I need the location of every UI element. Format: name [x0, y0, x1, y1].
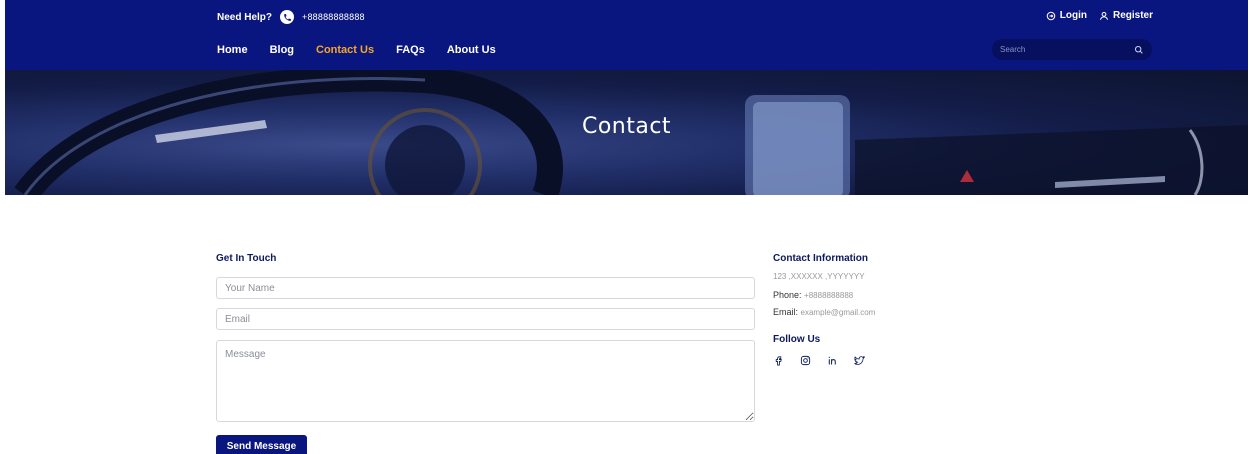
hero-banner: Contact — [5, 70, 1248, 195]
register-label: Register — [1112, 10, 1153, 21]
nav-home[interactable]: Home — [217, 44, 248, 56]
site-header: Need Help? +88888888888 Login Register H… — [5, 0, 1248, 70]
help-phone[interactable]: +88888888888 — [302, 12, 365, 22]
form-title: Get In Touch — [216, 253, 277, 264]
login-label: Login — [1059, 10, 1087, 21]
user-icon — [1099, 11, 1109, 20]
login-icon — [1046, 11, 1056, 20]
phone-value: +8888888888 — [804, 291, 854, 300]
search-box — [992, 39, 1152, 60]
help-label: Need Help? — [217, 11, 273, 23]
social-links — [773, 355, 865, 366]
email-input[interactable] — [216, 308, 755, 330]
phone-row: Phone: +8888888888 — [773, 290, 853, 300]
phone-label: Phone: — [773, 290, 802, 300]
register-link[interactable]: Register — [1099, 10, 1153, 21]
email-value: example@gmail.com — [800, 308, 876, 317]
twitter-icon[interactable] — [854, 355, 865, 366]
page-title: Contact — [581, 114, 672, 139]
nav-contact-us[interactable]: Contact Us — [316, 44, 374, 56]
name-input[interactable] — [216, 277, 755, 299]
instagram-icon[interactable] — [800, 355, 811, 366]
nav-about-us[interactable]: About Us — [447, 44, 496, 56]
linkedin-icon[interactable] — [827, 355, 838, 366]
nav-blog[interactable]: Blog — [270, 44, 294, 56]
auth-links: Login Register — [1046, 10, 1153, 21]
send-message-button[interactable]: Send Message — [216, 435, 307, 454]
email-label: Email: — [773, 307, 799, 317]
search-icon[interactable] — [1134, 45, 1144, 55]
search-input[interactable] — [1000, 45, 1110, 54]
address-text: 123 ,XXXXXX ,YYYYYYY — [773, 272, 865, 281]
follow-us-title: Follow Us — [773, 334, 821, 345]
phone-icon — [280, 10, 295, 24]
help-contact: Need Help? +88888888888 — [217, 10, 365, 24]
facebook-icon[interactable] — [773, 355, 784, 366]
main-nav: Home Blog Contact Us FAQs About Us — [217, 44, 496, 56]
message-textarea[interactable] — [216, 340, 755, 422]
email-row: Email: example@gmail.com — [773, 307, 875, 317]
login-link[interactable]: Login — [1046, 10, 1087, 21]
nav-faqs[interactable]: FAQs — [396, 44, 425, 56]
contact-info-title: Contact Information — [773, 253, 868, 264]
